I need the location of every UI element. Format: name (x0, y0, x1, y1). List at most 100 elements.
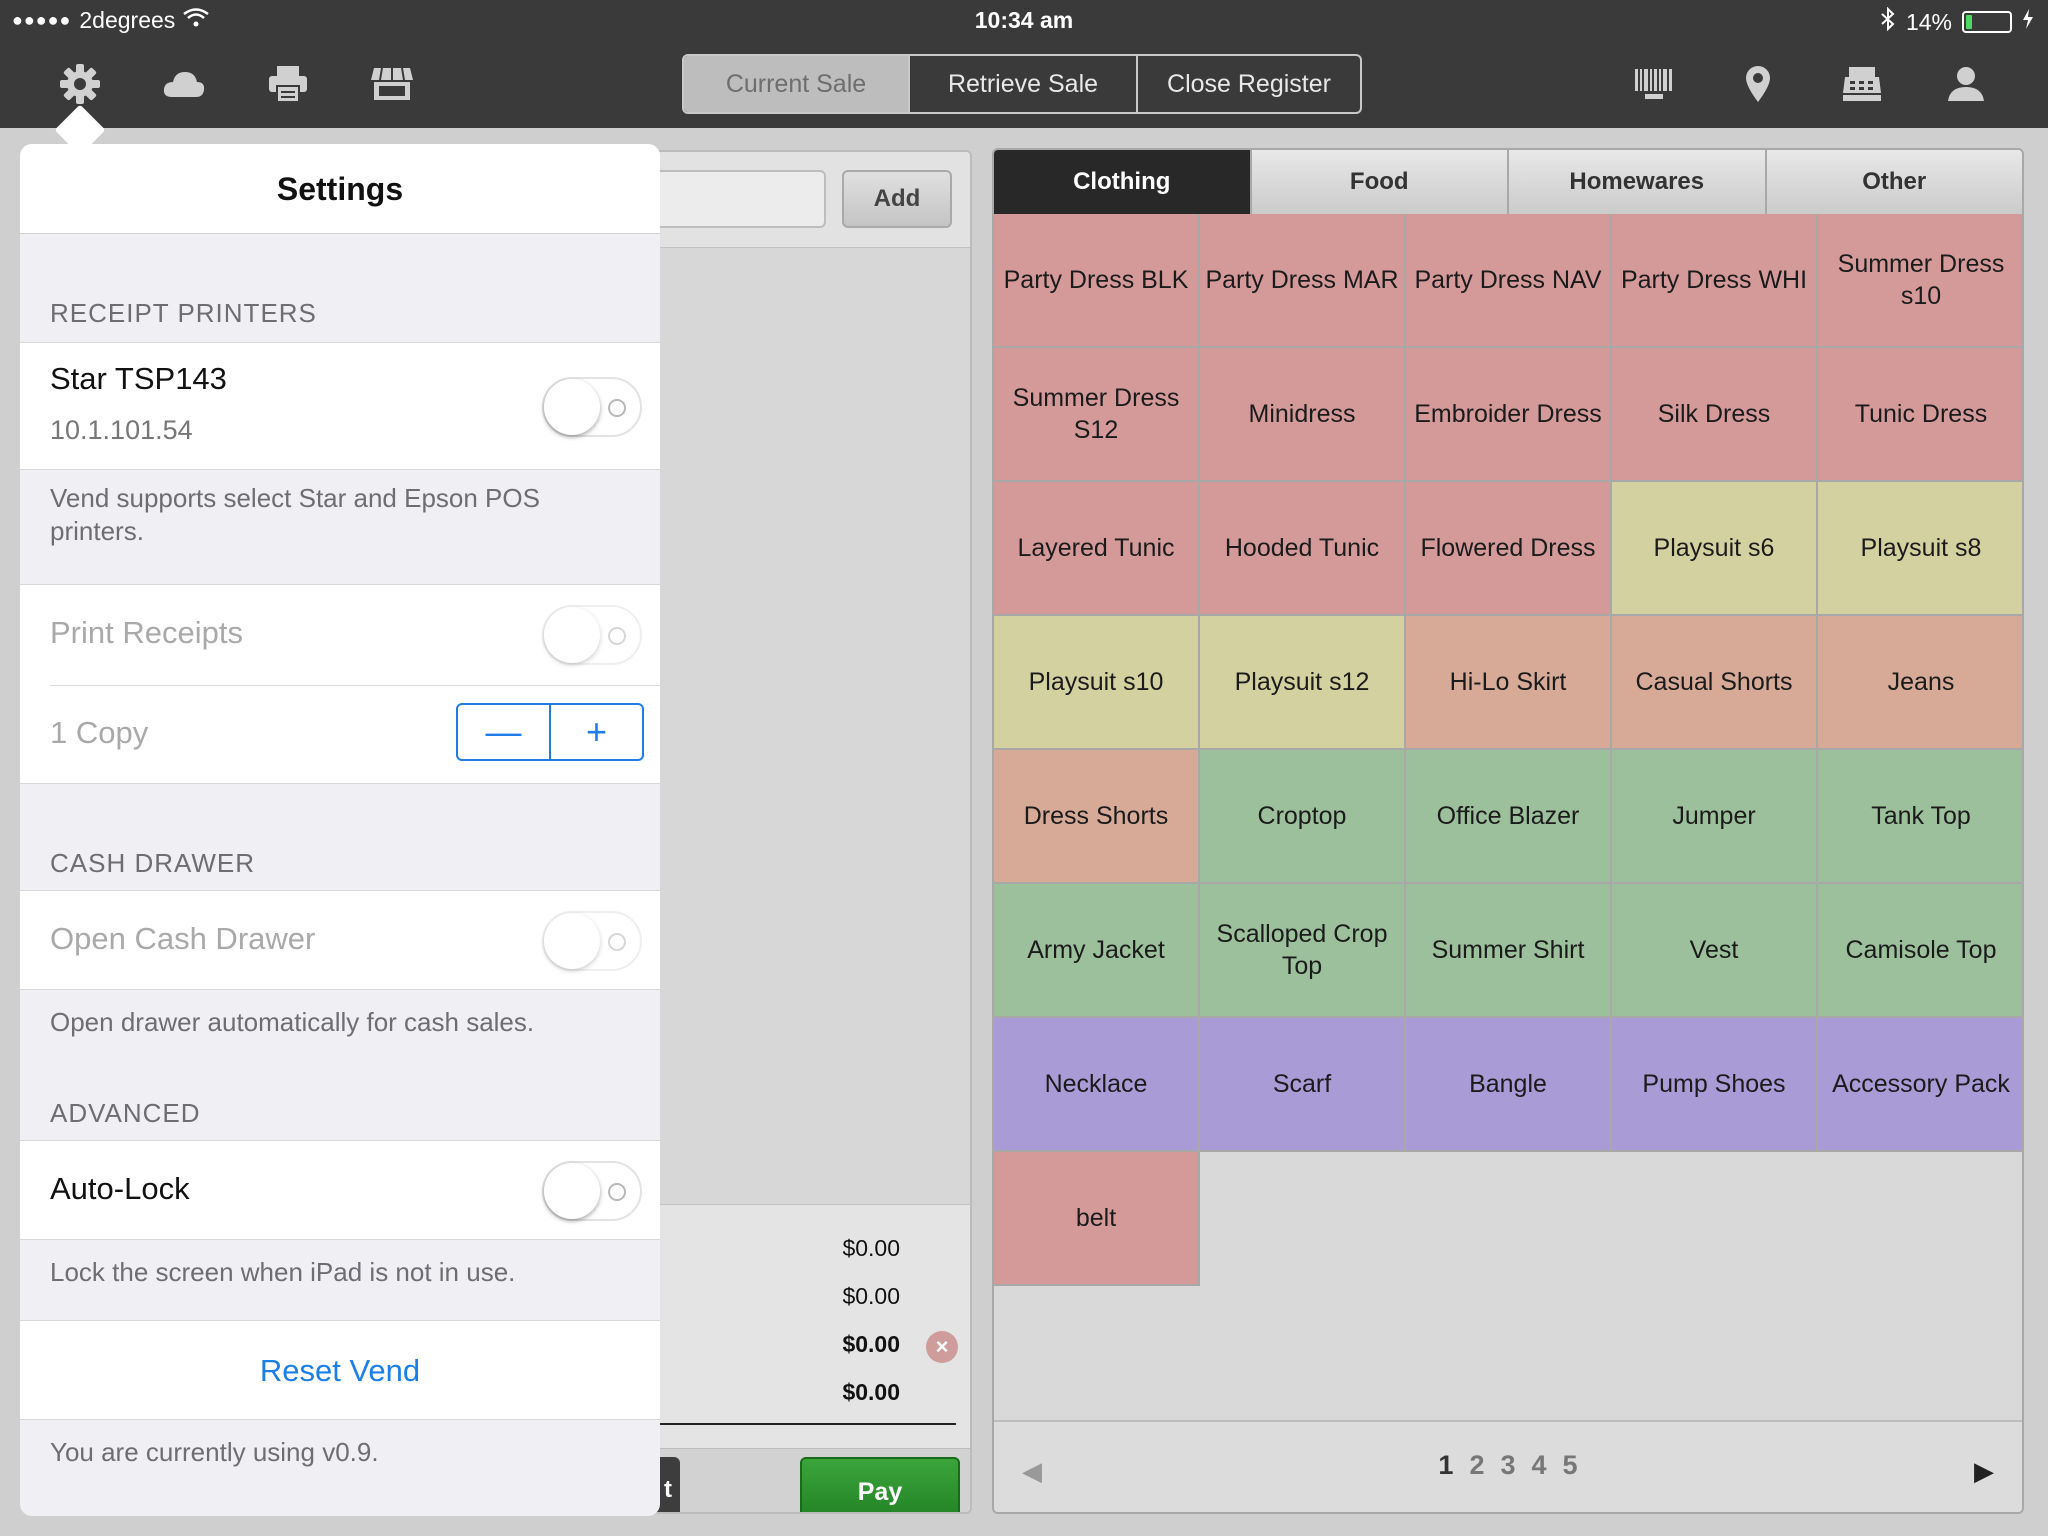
product-tile[interactable]: Party Dress MAR (1200, 214, 1406, 348)
page-number[interactable]: 5 (1563, 1450, 1578, 1480)
product-tile[interactable]: Playsuit s10 (994, 616, 1200, 750)
segment-close-register[interactable]: Close Register (1136, 56, 1360, 112)
register-icon[interactable] (1836, 58, 1888, 110)
product-tile[interactable]: Layered Tunic (994, 482, 1200, 616)
auto-lock-label: Auto-Lock (50, 1171, 190, 1206)
product-tile[interactable]: Accessory Pack (1818, 1018, 2022, 1152)
auto-lock-toggle[interactable] (542, 1161, 642, 1221)
product-tile[interactable]: Party Dress WHI (1612, 214, 1818, 348)
product-tile[interactable]: Dress Shorts (994, 750, 1200, 884)
print-receipts-label: Print Receipts (50, 615, 243, 650)
gear-icon[interactable] (54, 58, 106, 110)
cloud-icon[interactable] (158, 58, 210, 110)
top-bar: ●●●●● 2degrees 10:34 am 14% Current Sale… (0, 0, 2048, 128)
page-number[interactable]: 1 (1438, 1450, 1453, 1480)
reset-vend-button[interactable]: Reset Vend (20, 1353, 660, 1389)
user-icon[interactable] (1940, 58, 1992, 110)
product-tile[interactable]: Necklace (994, 1018, 1200, 1152)
product-tile[interactable]: Camisole Top (1818, 884, 2022, 1018)
status-right: 14% (1880, 6, 2034, 37)
total-value: $0.00 (842, 1379, 900, 1405)
clear-discount-icon[interactable]: × (926, 1331, 958, 1363)
add-button[interactable]: Add (842, 170, 952, 228)
sale-mode-segmented-control: Current Sale Retrieve Sale Close Register (682, 54, 1362, 114)
product-tile[interactable]: Vest (1612, 884, 1818, 1018)
product-tile[interactable]: Playsuit s12 (1200, 616, 1406, 750)
product-tile[interactable]: Minidress (1200, 348, 1406, 482)
product-tile[interactable]: Flowered Dress (1406, 482, 1612, 616)
tab-clothing[interactable]: Clothing (994, 150, 1250, 214)
store-icon[interactable] (366, 58, 418, 110)
segment-retrieve-sale[interactable]: Retrieve Sale (908, 56, 1136, 112)
product-tile[interactable]: Playsuit s6 (1612, 482, 1818, 616)
product-tile[interactable]: Summer Dress s10 (1818, 214, 2022, 348)
cash-drawer-note: Open drawer automatically for cash sales… (50, 1007, 535, 1037)
product-tile[interactable]: Army Jacket (994, 884, 1200, 1018)
decrement-copies-button[interactable]: — (458, 705, 551, 759)
auto-lock-cell: Auto-Lock (20, 1140, 660, 1240)
next-page-icon[interactable]: ▶ (1974, 1456, 1994, 1487)
barcode-icon[interactable] (1628, 58, 1680, 110)
product-tile[interactable]: Casual Shorts (1612, 616, 1818, 750)
product-tile[interactable]: Party Dress NAV (1406, 214, 1612, 348)
product-tile[interactable]: Summer Shirt (1406, 884, 1612, 1018)
print-receipts-toggle[interactable] (542, 605, 642, 665)
printer-toggle[interactable] (542, 377, 642, 437)
increment-copies-button[interactable]: + (551, 705, 642, 759)
printer-support-note: Vend supports select Star and Epson POS … (50, 483, 540, 546)
settings-title: Settings (20, 144, 660, 234)
product-grid: Party Dress BLK Party Dress MAR Party Dres… (994, 214, 2022, 1286)
printer-ip: 10.1.101.54 (50, 415, 193, 445)
category-tabs: Clothing Food Homewares Other (994, 150, 2022, 214)
open-cash-drawer-toggle[interactable] (542, 911, 642, 971)
product-catalog: Clothing Food Homewares Other Party Dress B… (992, 148, 2024, 1514)
page-number[interactable]: 3 (1500, 1450, 1515, 1480)
version-note: You are currently using v0.9. (50, 1437, 379, 1467)
pagination: ◀ 12345 ▶ (994, 1420, 2022, 1512)
segment-current-sale[interactable]: Current Sale (684, 56, 908, 112)
auto-lock-note: Lock the screen when iPad is not in use. (50, 1257, 516, 1287)
product-tile[interactable]: Playsuit s8 (1818, 482, 2022, 616)
reset-cell: Reset Vend (20, 1320, 660, 1420)
cash-drawer-header: CASH DRAWER (50, 848, 256, 878)
product-tile[interactable]: Scalloped Crop Top (1200, 884, 1406, 1018)
printer-cell[interactable]: Star TSP143 10.1.101.54 (20, 342, 660, 470)
receipt-printers-header: RECEIPT PRINTERS (50, 298, 317, 328)
current-sale-panel: Add $0.00 $0.00 × $0.00 $0.00 t Pay (640, 150, 972, 1514)
page-number[interactable]: 2 (1469, 1450, 1484, 1480)
product-tile[interactable]: belt (994, 1152, 1200, 1286)
advanced-header: ADVANCED (50, 1098, 201, 1128)
pay-button[interactable]: Pay (800, 1457, 960, 1512)
product-tile[interactable]: Pump Shoes (1612, 1018, 1818, 1152)
product-tile[interactable]: Hi-Lo Skirt (1406, 616, 1612, 750)
discount-value: $0.00 (842, 1283, 900, 1309)
product-tile[interactable]: Jeans (1818, 616, 2022, 750)
location-pin-icon[interactable] (1732, 58, 1784, 110)
product-tile[interactable]: Croptop (1200, 750, 1406, 884)
product-tile[interactable]: Jumper (1612, 750, 1818, 884)
page-number[interactable]: 4 (1532, 1450, 1547, 1480)
product-search-input[interactable] (642, 170, 826, 228)
product-tile[interactable]: Summer Dress S12 (994, 348, 1200, 482)
print-options-cell: Print Receipts 1 Copy — + (20, 584, 660, 784)
battery-level (1966, 15, 1973, 29)
product-tile[interactable]: Office Blazer (1406, 750, 1612, 884)
product-tile[interactable]: Party Dress BLK (994, 214, 1200, 348)
battery-icon (1962, 11, 2012, 33)
product-tile[interactable]: Scarf (1200, 1018, 1406, 1152)
product-tile[interactable]: Embroider Dress (1406, 348, 1612, 482)
printer-icon[interactable] (262, 58, 314, 110)
product-tile[interactable]: Silk Dress (1612, 348, 1818, 482)
product-tile[interactable]: Tank Top (1818, 750, 2022, 884)
product-tile[interactable]: Tunic Dress (1818, 348, 2022, 482)
tab-other[interactable]: Other (1764, 150, 2022, 214)
status-time: 10:34 am (974, 7, 1074, 33)
tab-food[interactable]: Food (1249, 150, 1507, 214)
sale-totals: $0.00 $0.00 × $0.00 $0.00 (642, 1204, 970, 1462)
totals-divider (642, 1423, 956, 1425)
tab-homewares[interactable]: Homewares (1507, 150, 1765, 214)
bluetooth-icon (1880, 6, 1896, 37)
product-tile[interactable]: Hooded Tunic (1200, 482, 1406, 616)
tax-value: $0.00 (842, 1331, 900, 1357)
product-tile[interactable]: Bangle (1406, 1018, 1612, 1152)
